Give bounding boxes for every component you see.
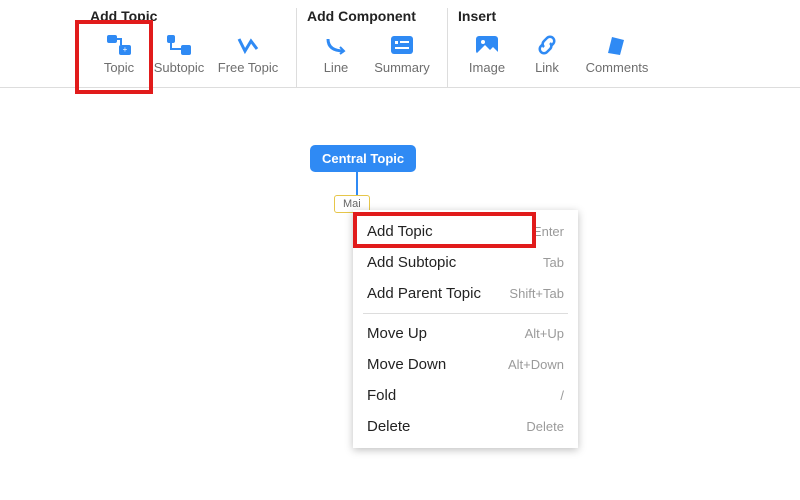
subtopic-label: Subtopic xyxy=(154,60,205,75)
menu-shortcut: Enter xyxy=(533,224,564,239)
line-icon xyxy=(322,34,350,56)
highlight-topic-button xyxy=(75,20,153,94)
subtopic-icon xyxy=(165,34,193,56)
link-label: Link xyxy=(535,60,559,75)
summary-label: Summary xyxy=(374,60,430,75)
comments-label: Comments xyxy=(586,60,649,75)
menu-move-down[interactable]: Move Down Alt+Down xyxy=(353,349,578,380)
line-button[interactable]: Line xyxy=(307,30,365,79)
line-label: Line xyxy=(324,60,349,75)
freetopic-icon xyxy=(234,34,262,56)
menu-move-up[interactable]: Move Up Alt+Up xyxy=(353,318,578,349)
image-label: Image xyxy=(469,60,505,75)
group-title-add-component: Add Component xyxy=(307,8,437,24)
menu-label: Fold xyxy=(367,387,396,404)
menu-add-subtopic[interactable]: Add Subtopic Tab xyxy=(353,247,578,278)
group-insert: Insert Image Link Comments xyxy=(447,8,666,87)
menu-label: Move Down xyxy=(367,356,446,373)
image-icon xyxy=(473,34,501,56)
highlight-menu-add-topic xyxy=(353,212,536,248)
menu-add-parent[interactable]: Add Parent Topic Shift+Tab xyxy=(353,278,578,309)
group-title-insert: Insert xyxy=(458,8,656,24)
comments-button[interactable]: Comments xyxy=(578,30,656,79)
link-icon xyxy=(533,34,561,56)
menu-shortcut: / xyxy=(560,388,564,403)
menu-label: Move Up xyxy=(367,325,427,342)
group-add-component: Add Component Line Summary xyxy=(296,8,447,87)
menu-shortcut: Delete xyxy=(526,419,564,434)
menu-shortcut: Shift+Tab xyxy=(509,286,564,301)
summary-button[interactable]: Summary xyxy=(367,30,437,79)
menu-fold[interactable]: Fold / xyxy=(353,380,578,411)
link-button[interactable]: Link xyxy=(518,30,576,79)
menu-label: Add Parent Topic xyxy=(367,285,481,302)
central-topic-node[interactable]: Central Topic xyxy=(310,145,416,172)
freetopic-label: Free Topic xyxy=(210,60,286,75)
comments-icon xyxy=(603,34,631,56)
menu-delete[interactable]: Delete Delete xyxy=(353,411,578,442)
menu-shortcut: Alt+Down xyxy=(508,357,564,372)
freetopic-button[interactable]: Free Topic xyxy=(210,30,286,79)
menu-label: Delete xyxy=(367,418,410,435)
image-button[interactable]: Image xyxy=(458,30,516,79)
summary-icon xyxy=(388,34,416,56)
menu-shortcut: Tab xyxy=(543,255,564,270)
menu-label: Add Subtopic xyxy=(367,254,456,271)
menu-separator xyxy=(363,313,568,314)
connector-line xyxy=(356,172,358,196)
subtopic-button[interactable]: Subtopic xyxy=(150,30,208,79)
menu-shortcut: Alt+Up xyxy=(525,326,564,341)
